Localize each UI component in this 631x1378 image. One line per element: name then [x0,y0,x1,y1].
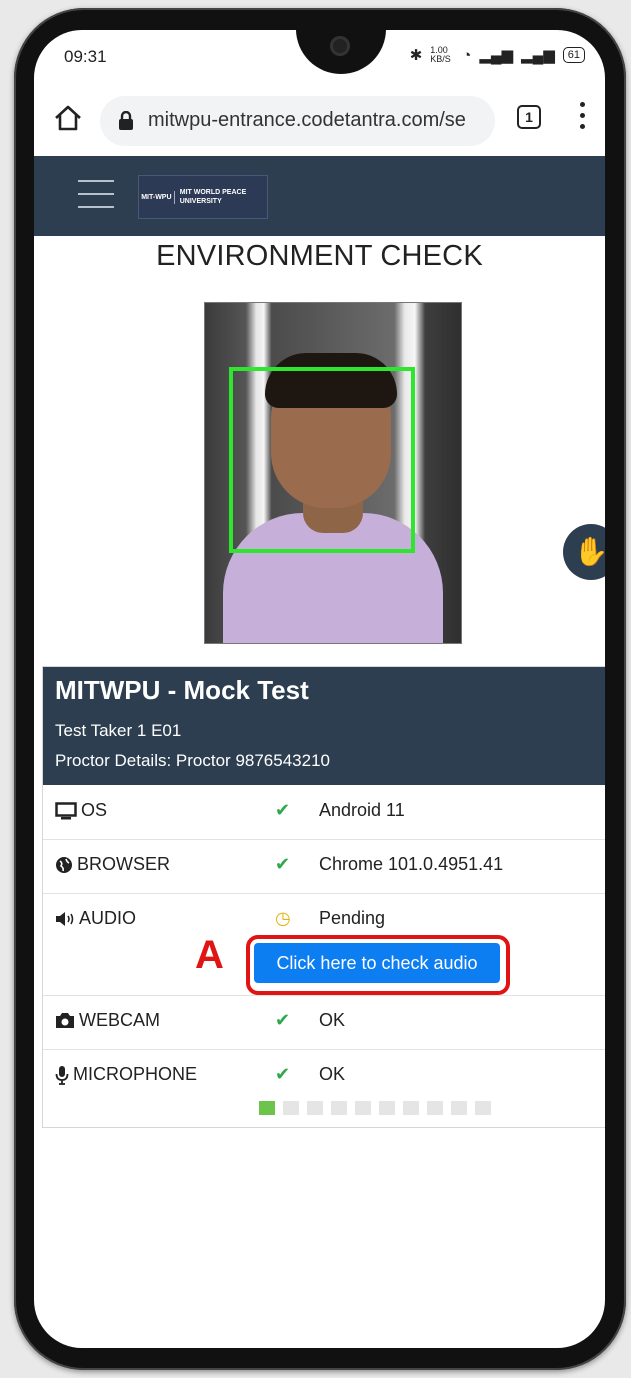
test-taker: Test Taker 1 E01 [55,721,182,740]
camera-icon [56,1013,74,1028]
university-logo[interactable]: MIT-WPU MIT WORLD PEACE UNIVERSITY [138,175,268,219]
check-value: Android 11 [319,800,405,820]
proctor-details: Proctor Details: Proctor 9876543210 [55,751,330,770]
level-segment [307,1101,323,1115]
signal-icon: ▂▄▆ [479,47,514,64]
network-speed: 1.00 KB/S [430,45,451,64]
check-row-webcam: WEBCAM ✔ OK [43,995,605,1050]
level-segment [331,1101,347,1115]
card-header: MITWPU - Mock Test Test Taker 1 E01 Proc… [43,667,605,785]
check-label-text: OS [81,800,108,820]
level-segment [283,1101,299,1115]
clock-pending-icon: ◷ [275,908,291,928]
address-bar[interactable]: mitwpu-entrance.codetantra.com/se [100,96,495,146]
speaker-icon [56,911,74,926]
globe-icon [56,856,72,873]
status-time: 09:31 [64,47,107,66]
check-label-audio: AUDIO [55,908,136,929]
check-row-os: OS ✔ Android 11 [43,785,605,840]
exam-title: MITWPU - Mock Test [55,675,309,705]
check-audio-button[interactable]: Click here to check audio [254,943,500,983]
phone-screen: 09:31 ✱ 1.00 KB/S ◔ ▂▄▆ ▂▄▆ 61 mitwpu-en… [34,30,605,1348]
check-label-browser: BROWSER [55,854,170,875]
level-segment [355,1101,371,1115]
bluetooth-icon: ✱ [409,47,423,64]
lock-icon [119,111,133,130]
webcam-preview [204,302,462,644]
wifi-icon: ◔ [462,46,472,64]
tab-switcher-button[interactable]: 1 [517,105,541,129]
check-ok-icon: ✔ [275,800,291,820]
check-value: OK [319,1064,346,1084]
home-icon[interactable] [52,102,84,134]
microphone-level-meter [259,1101,491,1115]
check-row-audio: AUDIO ◷ Pending A Click here to check au… [43,893,605,996]
environment-check-card: MITWPU - Mock Test Test Taker 1 E01 Proc… [42,666,605,1128]
check-row-microphone: MICROPHONE ✔ OK [43,1049,605,1127]
microphone-icon [55,1065,69,1085]
battery-icon: 61 [562,47,585,63]
check-label-os: OS [55,800,107,821]
check-label-text: WEBCAM [79,1010,160,1030]
level-segment [379,1101,395,1115]
level-segment [403,1101,419,1115]
level-segment [475,1101,491,1115]
status-icons: ✱ 1.00 KB/S ◔ ▂▄▆ ▂▄▆ 61 [410,46,585,64]
browser-menu-icon[interactable] [580,102,586,132]
logo-left-text: MIT-WPU [139,190,175,204]
check-label-webcam: WEBCAM [55,1010,160,1031]
check-value: Pending [319,908,386,928]
raise-hand-button[interactable]: ✋ [563,524,605,580]
site-header: MIT-WPU MIT WORLD PEACE UNIVERSITY [34,156,605,236]
check-ok-icon: ✔ [275,854,291,874]
check-label-microphone: MICROPHONE [55,1064,197,1085]
url-text: mitwpu-entrance.codetantra.com/se [148,109,466,131]
level-segment [259,1101,275,1115]
check-label-text: AUDIO [79,908,137,928]
check-label-text: MICROPHONE [73,1064,198,1084]
check-value: OK [319,1010,346,1030]
browser-toolbar: mitwpu-entrance.codetantra.com/se 1 [34,86,605,154]
page-title: ENVIRONMENT CHECK [156,240,483,272]
signal-2-icon: ▂▄▆ [521,47,555,64]
check-ok-icon: ✔ [275,1010,291,1030]
logo-right-text: MIT WORLD PEACE UNIVERSITY [179,189,247,205]
monitor-icon [55,801,77,819]
check-label-text: BROWSER [77,854,171,874]
check-row-browser: BROWSER ✔ Chrome 101.0.4951.41 [43,839,605,894]
level-segment [451,1101,467,1115]
level-segment [427,1101,443,1115]
check-ok-icon: ✔ [275,1064,291,1084]
status-bar: 09:31 ✱ 1.00 KB/S ◔ ▂▄▆ ▂▄▆ 61 [34,30,605,80]
hand-icon: ✋ [573,536,605,567]
hamburger-menu-icon[interactable] [78,180,114,210]
annotation-marker: A [195,933,224,977]
check-value: Chrome 101.0.4951.41 [319,854,504,874]
face-detection-box [229,367,415,553]
